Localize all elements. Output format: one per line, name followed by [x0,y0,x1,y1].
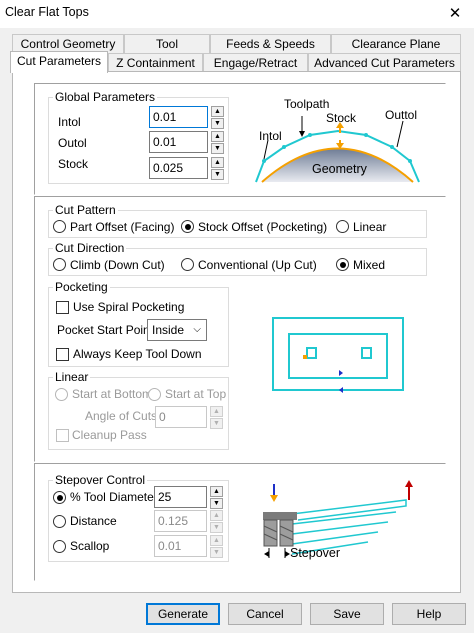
spin-down-icon[interactable]: ▼ [211,118,224,129]
cleanup-pass-label: Cleanup Pass [72,428,147,442]
spin-up-icon[interactable]: ▲ [210,486,223,497]
outol-input[interactable]: 0.01 [149,131,208,153]
always-keep-tool-down-label: Always Keep Tool Down [73,347,202,361]
pocketing-legend: Pocketing [53,280,110,294]
distance-label: Distance [70,514,117,528]
tool-diameter-input[interactable]: 25 [154,486,207,508]
toolpath-diagram-label: Toolpath [284,97,330,111]
stock-diagram-label: Stock [326,111,357,125]
spin-down-icon[interactable]: ▼ [210,418,223,429]
start-at-bottom-label: Start at Bottom [72,387,153,401]
stepover-diagram-label: Stepover [290,546,341,560]
window-title: Clear Flat Tops [5,5,89,19]
pocket-start-point-value: Inside [152,323,185,337]
generate-button[interactable]: Generate [146,603,220,625]
stock-offset-label: Stock Offset (Pocketing) [198,220,328,234]
geometry-diagram-label: Geometry [312,162,367,176]
tab-feeds-speeds[interactable]: Feeds & Speeds [210,34,331,54]
angle-of-cuts-label: Angle of Cuts [85,409,158,423]
title-bar: Clear Flat Tops ✕ [0,0,474,28]
spin-down-icon[interactable]: ▼ [211,143,224,154]
stock-stepper[interactable]: ▲ ▼ [211,157,224,180]
tab-clearance-plane[interactable]: Clearance Plane [331,34,461,54]
tool-diameter-radio[interactable] [53,491,66,504]
use-spiral-pocketing-label: Use Spiral Pocketing [73,300,185,314]
tab-tool[interactable]: Tool [124,34,210,54]
intol-label: Intol [58,115,81,129]
pocketing-diagram [272,317,404,393]
stepover-control-legend: Stepover Control [53,473,148,487]
conventional-label: Conventional (Up Cut) [198,258,317,272]
stock-offset-radio[interactable] [181,220,194,233]
spin-down-icon[interactable]: ▼ [210,522,223,533]
linear-legend: Linear [53,370,91,384]
start-at-top-radio[interactable] [148,388,161,401]
spin-down-icon[interactable]: ▼ [210,498,223,509]
distance-input[interactable]: 0.125 [154,510,207,532]
tab-advanced-cut-parameters[interactable]: Advanced Cut Parameters [308,53,461,73]
always-keep-tool-down-checkbox[interactable] [56,348,69,361]
outol-stepper[interactable]: ▲ ▼ [211,131,224,154]
start-at-bottom-radio[interactable] [55,388,68,401]
outtol-diagram-label: Outtol [385,108,418,122]
tool-diameter-label: % Tool Diameter [70,490,158,504]
tab-z-containment[interactable]: Z Containment [108,53,203,73]
scallop-label: Scallop [70,539,110,553]
global-parameters-legend: Global Parameters [53,90,158,104]
cancel-button[interactable]: Cancel [228,603,302,625]
linear-pattern-radio[interactable] [336,220,349,233]
stock-label: Stock [58,157,89,171]
use-spiral-pocketing-checkbox[interactable] [56,301,69,314]
scallop-radio[interactable] [53,540,66,553]
pocket-start-point-select[interactable]: Inside ⌵ [147,319,207,341]
mixed-label: Mixed [353,258,386,272]
spin-up-icon[interactable]: ▲ [211,157,224,168]
spin-up-icon[interactable]: ▲ [211,106,224,117]
stock-input[interactable]: 0.025 [149,157,208,179]
spin-up-icon[interactable]: ▲ [211,131,224,142]
distance-radio[interactable] [53,515,66,528]
pocket-start-point-label: Pocket Start Point [57,323,154,337]
angle-of-cuts-input[interactable]: 0 [155,406,207,428]
distance-stepper[interactable]: ▲ ▼ [210,510,223,533]
tab-engage-retract[interactable]: Engage/Retract [203,53,308,73]
mixed-radio[interactable] [336,258,349,271]
intol-diagram-label: Intol [259,129,282,143]
save-button[interactable]: Save [310,603,384,625]
outol-label: Outol [58,136,87,150]
scallop-stepper[interactable]: ▲ ▼ [210,535,223,558]
intol-stepper[interactable]: ▲ ▼ [211,106,224,129]
climb-label: Climb (Down Cut) [70,258,165,272]
spin-down-icon[interactable]: ▼ [210,547,223,558]
conventional-radio[interactable] [181,258,194,271]
spin-down-icon[interactable]: ▼ [211,169,224,180]
spin-up-icon[interactable]: ▲ [210,535,223,546]
cut-pattern-legend: Cut Pattern [53,203,118,217]
intol-input[interactable]: 0.01 [149,106,208,128]
tab-cut-parameters[interactable]: Cut Parameters [10,51,108,73]
cleanup-pass-checkbox[interactable] [56,429,69,442]
angle-of-cuts-stepper[interactable]: ▲ ▼ [210,406,223,429]
spin-up-icon[interactable]: ▲ [210,406,223,417]
help-button[interactable]: Help [392,603,466,625]
scallop-input[interactable]: 0.01 [154,535,207,557]
cut-direction-legend: Cut Direction [53,241,127,255]
climb-radio[interactable] [53,258,66,271]
part-offset-label: Part Offset (Facing) [70,220,175,234]
linear-pattern-label: Linear [353,220,387,234]
start-at-top-label: Start at Top [165,387,227,401]
close-icon[interactable]: ✕ [438,2,472,26]
tool-diameter-stepper[interactable]: ▲ ▼ [210,486,223,509]
spin-up-icon[interactable]: ▲ [210,510,223,521]
part-offset-radio[interactable] [53,220,66,233]
chevron-down-icon: ⌵ [193,324,201,335]
